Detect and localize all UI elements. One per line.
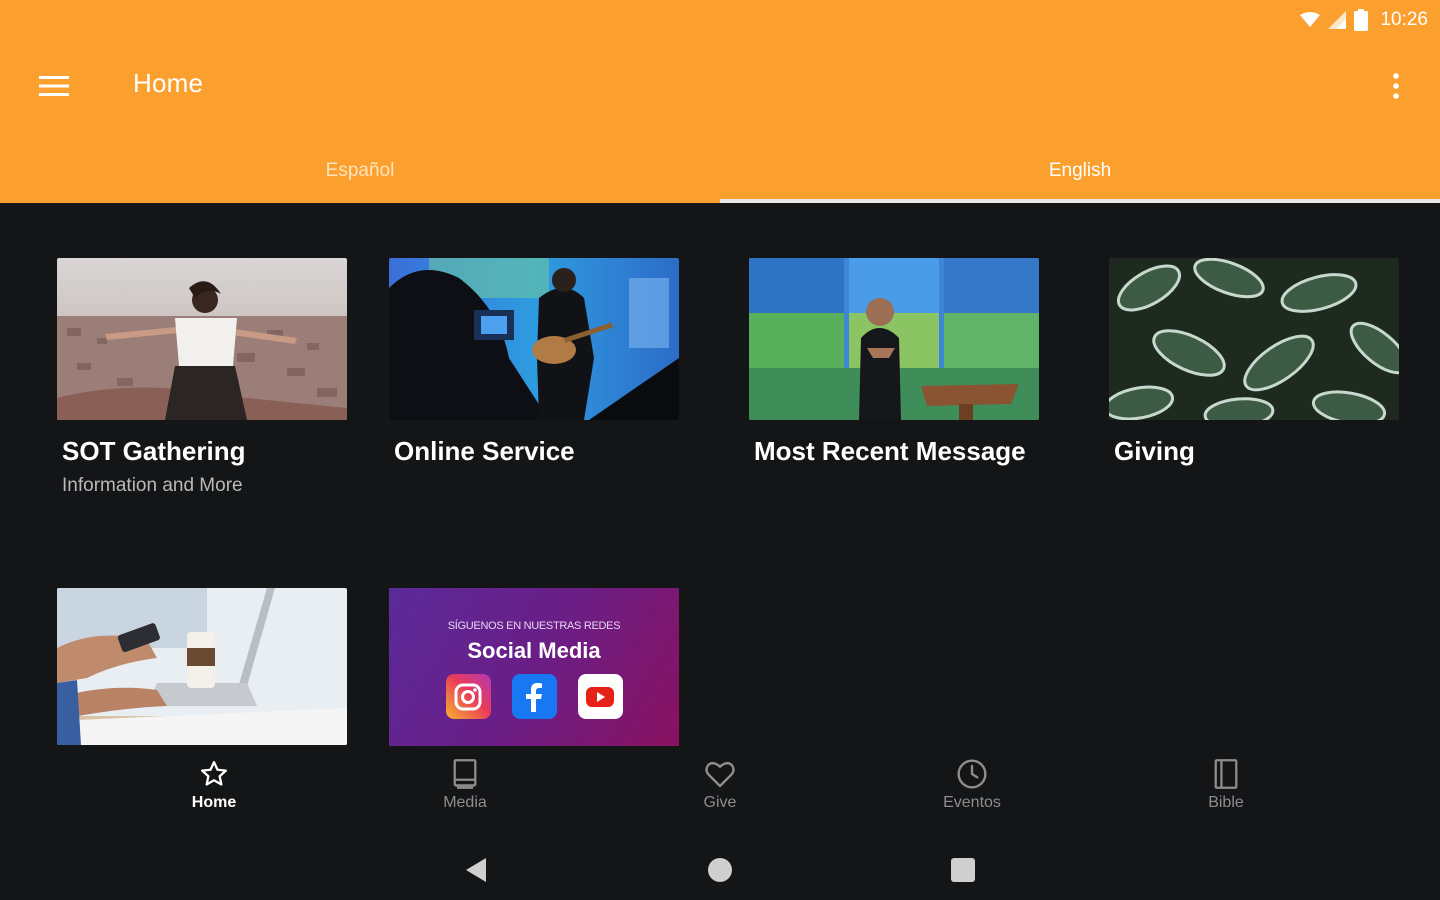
instagram-icon[interactable] bbox=[445, 674, 491, 719]
youtube-icon[interactable] bbox=[577, 674, 623, 719]
card-image bbox=[57, 258, 347, 420]
social-icons bbox=[445, 674, 623, 719]
nav-item-eventos[interactable]: Eventos bbox=[902, 748, 1042, 828]
card-online-service[interactable]: Online Service bbox=[389, 258, 679, 467]
card-title: Giving bbox=[1114, 436, 1195, 466]
bottom-navigation: Home Media Give Eventos Bible bbox=[88, 748, 1352, 828]
toolbar: Home bbox=[0, 48, 1440, 124]
social-media-banner: SÍGUENOS EN NUESTRAS REDES Social Media bbox=[389, 588, 679, 746]
more-vertical-icon[interactable] bbox=[1378, 64, 1414, 108]
recents-icon[interactable] bbox=[943, 850, 983, 890]
back-icon[interactable] bbox=[456, 850, 496, 890]
system-navigation-bar bbox=[0, 836, 1440, 900]
nav-label: Give bbox=[703, 794, 737, 811]
battery-icon bbox=[1354, 9, 1369, 31]
clock-icon bbox=[956, 758, 988, 790]
nav-label: Eventos bbox=[943, 794, 1001, 811]
nav-item-bible[interactable]: Bible bbox=[1156, 748, 1296, 828]
nav-label: Media bbox=[443, 794, 487, 811]
card-social-media[interactable]: SÍGUENOS EN NUESTRAS REDES Social Media bbox=[389, 588, 679, 746]
card-laptop[interactable] bbox=[57, 588, 347, 745]
bible-icon bbox=[1213, 758, 1239, 790]
cell-signal-icon bbox=[1328, 11, 1347, 29]
card-image bbox=[1109, 258, 1399, 420]
facebook-icon[interactable] bbox=[511, 674, 557, 719]
social-kicker: SÍGUENOS EN NUESTRAS REDES bbox=[447, 620, 621, 632]
card-title: SOT Gathering bbox=[62, 436, 246, 466]
card-title: Online Service bbox=[394, 436, 575, 466]
book-icon bbox=[451, 758, 479, 790]
tab-indicator bbox=[720, 199, 1440, 203]
social-title: Social Media bbox=[467, 638, 601, 663]
tab-espanol[interactable]: Español bbox=[0, 138, 720, 203]
home-circle-icon[interactable] bbox=[700, 850, 740, 890]
card-most-recent-message[interactable]: Most Recent Message bbox=[749, 258, 1039, 467]
card-title: Most Recent Message bbox=[754, 436, 1026, 466]
nav-label: Bible bbox=[1208, 794, 1244, 811]
card-subtitle: Information and More bbox=[62, 475, 243, 496]
nav-item-media[interactable]: Media bbox=[395, 748, 535, 828]
card-sot-gathering[interactable]: SOT Gathering Information and More bbox=[57, 258, 347, 497]
star-icon bbox=[199, 758, 229, 790]
card-image bbox=[57, 588, 347, 745]
tab-label: English bbox=[1048, 159, 1112, 181]
status-time: 10:26 bbox=[1380, 9, 1428, 30]
card-image bbox=[389, 258, 679, 420]
tab-english[interactable]: English bbox=[720, 138, 1440, 203]
card-image bbox=[749, 258, 1039, 420]
nav-label: Home bbox=[191, 794, 237, 811]
language-tabs: Español English bbox=[0, 138, 1440, 203]
app-bar: 10:26 Home Español English bbox=[0, 0, 1440, 203]
page-title: Home bbox=[133, 68, 204, 98]
nav-item-give[interactable]: Give bbox=[650, 748, 790, 828]
tab-label: Español bbox=[325, 159, 395, 181]
wifi-icon bbox=[1300, 12, 1321, 28]
heart-icon bbox=[704, 758, 736, 790]
card-giving[interactable]: Giving bbox=[1109, 258, 1399, 467]
status-bar: 10:26 bbox=[1300, 6, 1428, 34]
nav-item-home[interactable]: Home bbox=[144, 748, 284, 828]
app-screen: 10:26 Home Español English SOT Gathering… bbox=[0, 0, 1440, 900]
hamburger-menu-icon[interactable] bbox=[30, 66, 78, 106]
